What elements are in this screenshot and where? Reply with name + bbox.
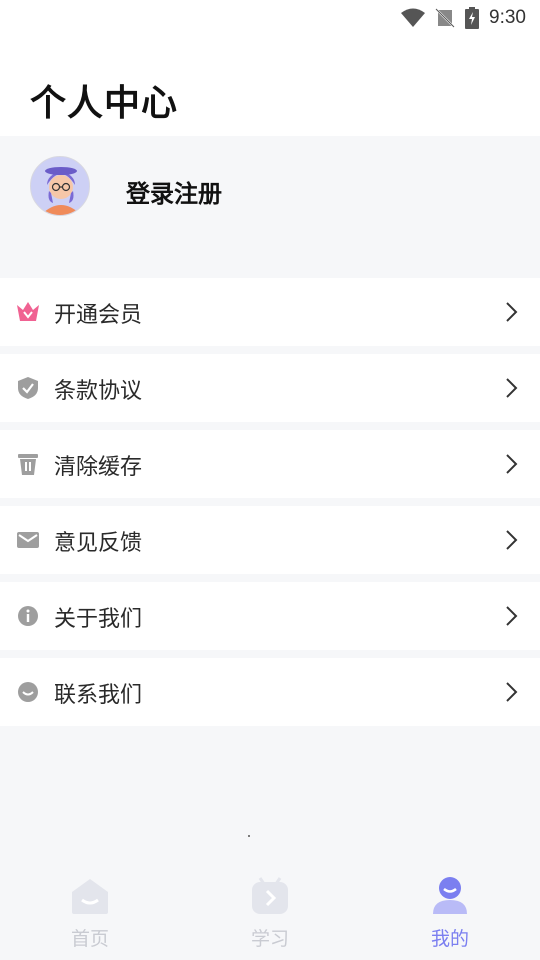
shield-icon: [16, 376, 40, 400]
chevron-right-icon: [504, 605, 518, 631]
battery-charging-icon: [465, 7, 480, 29]
crown-icon: [16, 300, 40, 324]
bottom-tab-bar: 首页 学习 我的: [0, 856, 540, 960]
mail-icon: [16, 528, 40, 552]
chevron-right-icon: [504, 453, 518, 479]
menu-item-vip[interactable]: 开通会员: [0, 278, 540, 346]
menu-item-label: 意见反馈: [54, 531, 143, 556]
menu-item-about[interactable]: 关于我们: [0, 582, 540, 650]
menu-item-terms[interactable]: 条款协议: [0, 354, 540, 422]
tab-mine[interactable]: 我的: [360, 856, 540, 960]
menu-item-label: 条款协议: [54, 379, 143, 404]
decorative-dot: [248, 835, 250, 837]
chevron-right-icon: [504, 377, 518, 403]
status-time: 9:30: [489, 7, 526, 28]
menu-list: 开通会员 条款协议 清除缓存 意见反馈 关于我们 联系我们: [0, 278, 540, 734]
study-icon: [250, 876, 290, 916]
menu-item-feedback[interactable]: 意见反馈: [0, 506, 540, 574]
tab-label: 我的: [430, 928, 469, 950]
wifi-icon: [401, 8, 426, 28]
login-register-link[interactable]: 登录注册: [126, 174, 222, 209]
user-icon: [430, 876, 470, 916]
menu-item-contact[interactable]: 联系我们: [0, 658, 540, 726]
tab-label: 学习: [250, 928, 289, 950]
home-icon: [70, 876, 110, 916]
avatar[interactable]: [30, 156, 90, 216]
profile-section[interactable]: 登录注册: [0, 136, 540, 276]
chat-icon: [16, 680, 40, 704]
menu-item-label: 清除缓存: [54, 455, 143, 480]
tab-home[interactable]: 首页: [0, 856, 180, 960]
trash-icon: [16, 452, 40, 476]
info-icon: [16, 604, 40, 628]
menu-item-label: 关于我们: [54, 607, 143, 632]
no-signal-icon: [435, 8, 455, 28]
chevron-right-icon: [504, 301, 518, 327]
chevron-right-icon: [504, 529, 518, 555]
status-bar: 9:30: [0, 0, 540, 36]
menu-item-clear-cache[interactable]: 清除缓存: [0, 430, 540, 498]
header: 个人中心: [0, 36, 540, 136]
chevron-right-icon: [504, 681, 518, 707]
tab-study[interactable]: 学习: [180, 856, 360, 960]
menu-item-label: 开通会员: [54, 303, 143, 328]
tab-label: 首页: [70, 928, 109, 950]
menu-item-label: 联系我们: [54, 683, 143, 708]
page-title: 个人中心: [30, 83, 179, 124]
